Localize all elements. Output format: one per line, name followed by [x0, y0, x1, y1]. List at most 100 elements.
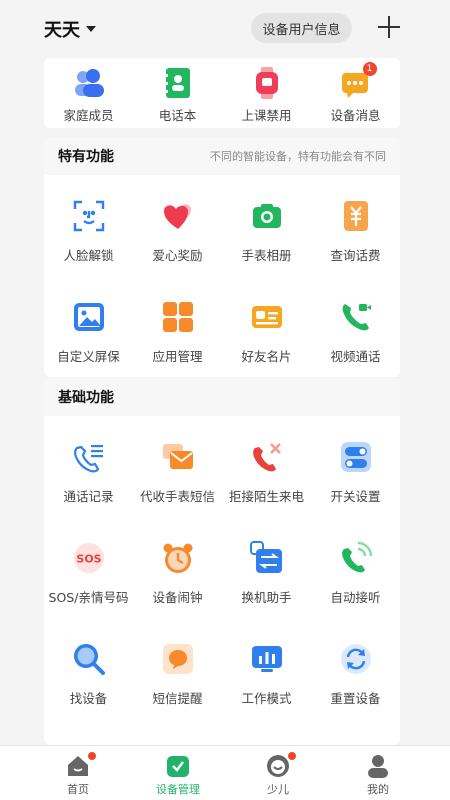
reset-device-icon [339, 642, 373, 676]
find-device-icon [72, 642, 106, 676]
feature-find-device[interactable]: 找设备 [44, 618, 133, 719]
feature-sms-remind[interactable]: 短信提醒 [133, 618, 222, 719]
feature-grid: 通话记录 代收手表短信 拒接陌生来电 开关设置 SOS SOS/亲情号码 设备闹… [44, 416, 400, 719]
sms-remind-icon [161, 642, 195, 676]
feature-sos[interactable]: SOS SOS/亲情号码 [44, 517, 133, 618]
feature-label: 爱心奖励 [152, 248, 203, 263]
work-mode-icon [250, 642, 284, 676]
shortcut-label: 电话本 [158, 108, 197, 123]
shortcut-phonebook[interactable]: 电话本 [133, 58, 222, 128]
feature-reset-device[interactable]: 重置设备 [311, 618, 400, 719]
device-user-info-button[interactable]: 设备用户信息 [251, 13, 352, 43]
feature-label: 手表相册 [241, 248, 292, 263]
feature-switch-settings[interactable]: 开关设置 [311, 416, 400, 517]
svg-text:SOS: SOS [76, 553, 101, 566]
video-call-icon [339, 300, 373, 334]
feature-reject-call[interactable]: 拒接陌生来电 [222, 416, 311, 517]
feature-work-mode[interactable]: 工作模式 [222, 618, 311, 719]
feature-alarm[interactable]: 设备闹钟 [133, 517, 222, 618]
special-features-section: 特有功能 不同的智能设备，特有功能会有不同 人脸解锁 爱心奖励 手表相册 查询话… [44, 137, 400, 377]
basic-features-section: 基础功能 通话记录 代收手表短信 拒接陌生来电 开关设置 SOS SOS/亲情号… [44, 378, 400, 745]
alarm-icon [161, 541, 195, 575]
class-disable-icon [250, 66, 284, 100]
message-count-badge: 1 [362, 62, 377, 76]
friend-card-icon [250, 300, 284, 334]
profile-icon [366, 754, 390, 778]
device-name: 天天 [44, 20, 80, 41]
feature-label: 开关设置 [330, 489, 381, 504]
tab-home[interactable]: 首页 [28, 746, 128, 800]
feature-call-log[interactable]: 通话记录 [44, 416, 133, 517]
feature-auto-answer[interactable]: 自动接听 [311, 517, 400, 618]
feature-label: 拒接陌生来电 [228, 489, 304, 504]
feature-video-call[interactable]: 视频通话 [311, 276, 400, 377]
shortcut-device-message[interactable]: 1 设备消息 [311, 58, 400, 128]
feature-label: 通话记录 [63, 489, 114, 504]
family-members-icon [72, 66, 106, 100]
tab-label: 少儿 [267, 783, 289, 796]
shortcut-label: 设备消息 [330, 108, 381, 123]
notification-dot [88, 752, 96, 760]
tab-label: 设备管理 [156, 783, 200, 796]
app-manage-icon [161, 300, 195, 334]
shortcut-label: 上课禁用 [241, 108, 292, 123]
feature-label: 换机助手 [241, 590, 292, 605]
camera-icon [250, 199, 284, 233]
feature-face-unlock[interactable]: 人脸解锁 [44, 175, 133, 276]
feature-label: 短信提醒 [152, 691, 203, 706]
feature-label: 自定义屏保 [57, 349, 120, 364]
device-manage-icon [166, 754, 190, 778]
tab-profile[interactable]: 我的 [328, 746, 428, 800]
feature-label: 工作模式 [241, 691, 292, 706]
call-log-icon [72, 440, 106, 474]
feature-grid: 人脸解锁 爱心奖励 手表相册 查询话费 自定义屏保 应用管理 好友名片 视频通话 [44, 175, 400, 377]
feature-label: 查询话费 [330, 248, 381, 263]
header: 天天 设备用户信息 [0, 0, 450, 54]
bottom-tab-bar: 首页 设备管理 少儿 我的 [0, 745, 450, 800]
feature-label: 人脸解锁 [63, 248, 114, 263]
shortcut-label: 家庭成员 [63, 108, 114, 123]
face-unlock-icon [72, 199, 106, 233]
feature-label: 找设备 [69, 691, 108, 706]
device-message-icon: 1 [339, 62, 377, 100]
switch-settings-icon [339, 440, 373, 474]
feature-label: 设备闹钟 [152, 590, 203, 605]
feature-app-manage[interactable]: 应用管理 [133, 276, 222, 377]
feature-label: 自动接听 [330, 590, 381, 605]
section-header: 基础功能 [44, 378, 400, 416]
tab-label: 首页 [67, 783, 89, 796]
feature-label: 代收手表短信 [139, 489, 215, 504]
tab-kids[interactable]: 少儿 [228, 746, 328, 800]
reject-call-icon [250, 440, 284, 474]
device-selector[interactable]: 天天 [44, 16, 96, 42]
feature-screensaver[interactable]: 自定义屏保 [44, 276, 133, 377]
sos-icon: SOS [72, 541, 106, 575]
feature-label: 好友名片 [241, 349, 292, 364]
section-title: 基础功能 [58, 390, 114, 406]
feature-label: 视频通话 [330, 349, 381, 364]
feature-sms-collect[interactable]: 代收手表短信 [133, 416, 222, 517]
heart-reward-icon [161, 199, 195, 233]
home-icon [66, 752, 96, 778]
section-note: 不同的智能设备，特有功能会有不同 [210, 150, 386, 163]
tab-device-manage[interactable]: 设备管理 [128, 746, 228, 800]
feature-label: SOS/亲情号码 [48, 590, 129, 605]
add-icon[interactable] [378, 16, 400, 38]
feature-label: 重置设备 [330, 691, 381, 706]
feature-bill-query[interactable]: 查询话费 [311, 175, 400, 276]
tab-label: 我的 [367, 783, 389, 796]
phonebook-icon [161, 66, 195, 100]
shortcut-family-members[interactable]: 家庭成员 [44, 58, 133, 128]
switch-device-icon [249, 541, 284, 575]
section-header: 特有功能 不同的智能设备，特有功能会有不同 [44, 137, 400, 175]
shortcut-class-disable[interactable]: 上课禁用 [222, 58, 311, 128]
kids-icon [266, 752, 296, 778]
feature-friend-card[interactable]: 好友名片 [222, 276, 311, 377]
feature-watch-album[interactable]: 手表相册 [222, 175, 311, 276]
feature-switch-device[interactable]: 换机助手 [222, 517, 311, 618]
notification-dot [288, 752, 296, 760]
screensaver-icon [72, 300, 106, 334]
feature-heart-reward[interactable]: 爱心奖励 [133, 175, 222, 276]
auto-answer-icon [339, 541, 373, 575]
feature-label: 应用管理 [152, 349, 203, 364]
